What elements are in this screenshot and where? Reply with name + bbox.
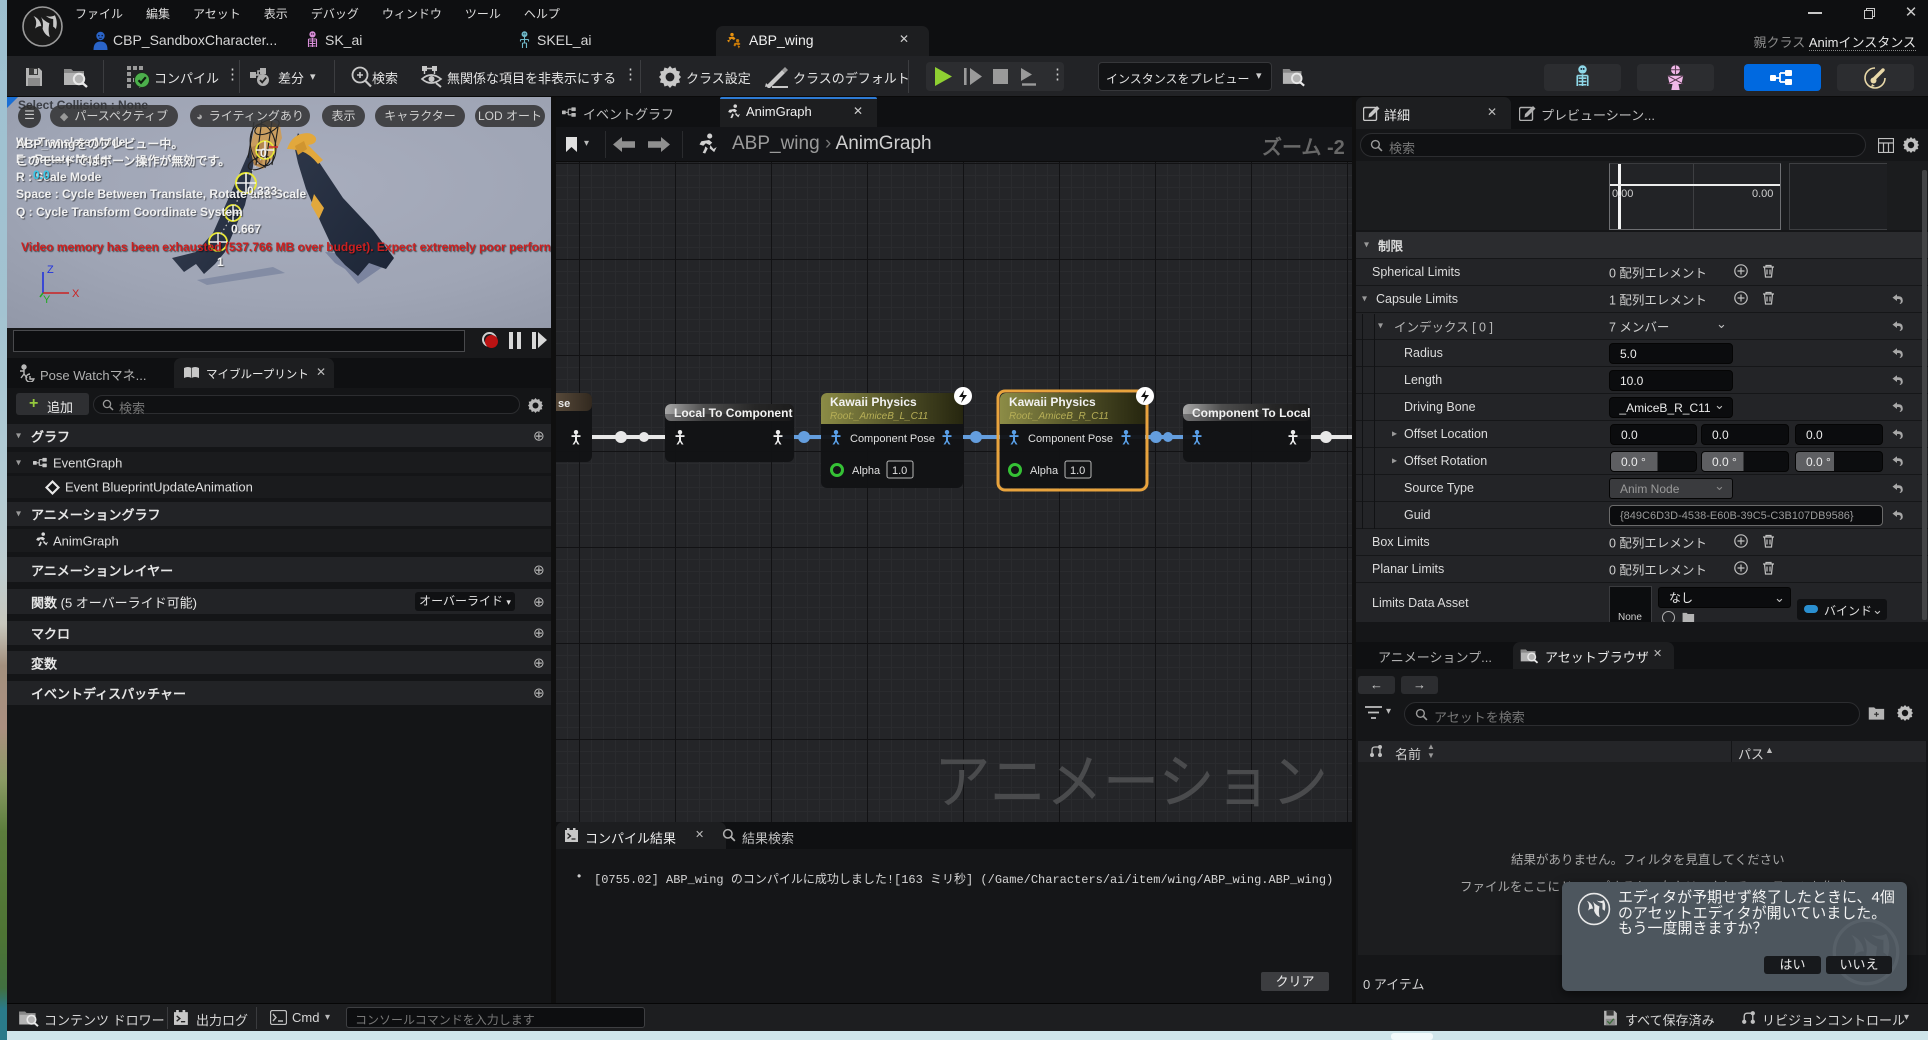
svg-text:se: se — [558, 398, 570, 410]
svg-text:Root:_AmiceB_L_C11: Root:_AmiceB_L_C11 — [830, 411, 928, 422]
svg-text:Kawaii Physics: Kawaii Physics — [830, 395, 917, 409]
svg-text:1.0: 1.0 — [1070, 465, 1085, 477]
svg-text:Component Pose: Component Pose — [850, 433, 935, 445]
svg-text:X: X — [72, 288, 80, 300]
svg-text:1.0: 1.0 — [892, 465, 907, 477]
svg-text:Component Pose: Component Pose — [1028, 433, 1113, 445]
svg-text:Root:_AmiceB_R_C11: Root:_AmiceB_R_C11 — [1009, 411, 1109, 422]
svg-text:アニメーション: アニメーション — [934, 749, 1328, 816]
svg-text:Z: Z — [47, 264, 54, 276]
svg-text:Kawaii Physics: Kawaii Physics — [1009, 395, 1096, 409]
svg-text:Y: Y — [43, 294, 51, 306]
svg-text:Local To Component: Local To Component — [674, 406, 792, 420]
svg-text:Alpha: Alpha — [1030, 465, 1059, 477]
svg-text:Alpha: Alpha — [852, 465, 881, 477]
svg-text:Component To Local: Component To Local — [1192, 406, 1310, 420]
